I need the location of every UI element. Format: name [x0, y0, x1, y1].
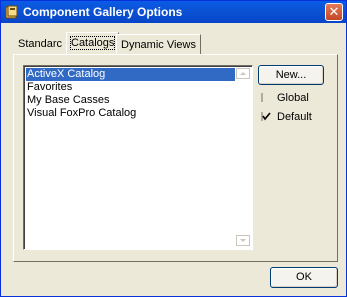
scroll-up-arrow-icon — [240, 72, 246, 75]
tab-dynamic-views-label: Dynamic Views — [121, 39, 196, 51]
new-button-label: New... — [275, 69, 307, 81]
global-checkbox-box — [261, 93, 263, 102]
dialog-window: Component Gallery Options ✕ Standarc Cat… — [0, 0, 347, 297]
scroll-up-button[interactable] — [236, 68, 250, 79]
window-title: Component Gallery Options — [23, 5, 183, 19]
tab-standard[interactable]: Standarc — [14, 34, 67, 54]
scroll-down-arrow-icon — [240, 239, 246, 242]
tab-catalogs-label: Catalogs — [69, 36, 116, 50]
new-button[interactable]: New... — [258, 65, 324, 85]
tab-standard-label: Standarc — [18, 38, 63, 50]
list-item[interactable]: Visual FoxPro Catalog — [26, 107, 136, 120]
close-button[interactable]: ✕ — [325, 3, 343, 21]
title-bar[interactable]: Component Gallery Options ✕ — [1, 1, 346, 23]
ok-button-label: OK — [296, 271, 312, 283]
tab-catalogs[interactable]: Catalogs — [66, 32, 120, 55]
list-item-label: ActiveX Catalog — [27, 68, 106, 80]
default-checkbox-label: Default — [277, 111, 312, 123]
tab-dynamic-views[interactable]: Dynamic Views — [116, 34, 201, 54]
list-item[interactable]: My Base Casses — [26, 94, 110, 107]
list-item-label: Favorites — [27, 81, 73, 93]
list-item-label: Visual FoxPro Catalog — [27, 107, 137, 119]
ok-button[interactable]: OK — [270, 267, 338, 288]
list-item[interactable]: Favorites — [26, 81, 72, 94]
checkmark-icon — [261, 112, 271, 121]
global-checkbox-label: Global — [277, 92, 309, 104]
list-item-label: My Base Casses — [27, 94, 110, 106]
scroll-down-button[interactable] — [236, 235, 250, 246]
catalogs-list[interactable]: ActiveX Catalog Favorites My Base Casses… — [23, 65, 253, 250]
gallery-app-icon — [5, 5, 18, 19]
close-icon: ✕ — [328, 4, 340, 19]
list-item[interactable]: ActiveX Catalog — [26, 68, 235, 81]
